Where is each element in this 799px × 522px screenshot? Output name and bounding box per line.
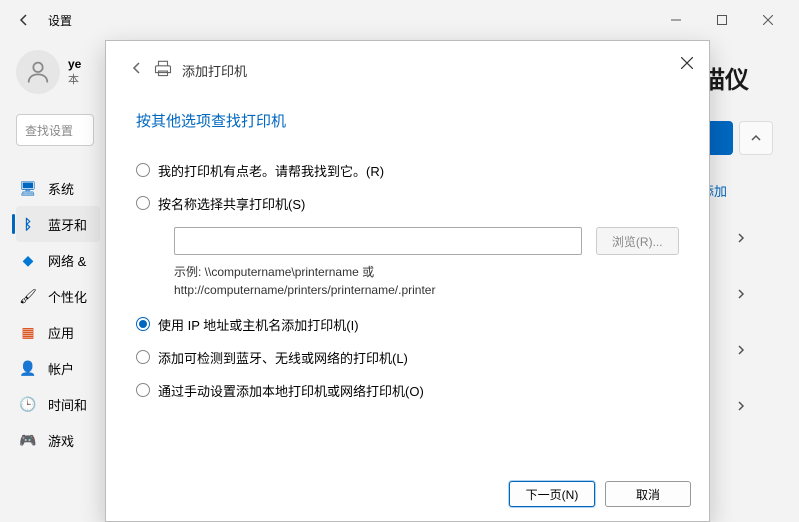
radio-label: 添加可检测到蓝牙、无线或网络的打印机(L)	[158, 348, 408, 367]
right-partial-content: 描仪 添加	[701, 60, 781, 414]
sidebar-item-system[interactable]: 🖥 系统	[16, 170, 100, 206]
dialog-footer: 下一页(N) 取消	[106, 471, 709, 521]
window-controls	[653, 4, 791, 36]
avatar	[16, 50, 60, 94]
chevron-right-icon	[736, 345, 746, 355]
sidebar-item-personalization[interactable]: 🖌 个性化	[16, 278, 100, 314]
sidebar-item-gaming[interactable]: 🎮 游戏	[16, 422, 100, 458]
add-printer-dialog: 添加打印机 按其他选项查找打印机 我的打印机有点老。请帮我找到它。(R) 按名称…	[105, 40, 710, 522]
user-sub: 本	[68, 71, 81, 87]
printer-icon	[154, 59, 172, 82]
radio-option-ip-hostname[interactable]: 使用 IP 地址或主机名添加打印机(I)	[136, 315, 679, 334]
sidebar-item-time[interactable]: 🕒 时间和	[16, 386, 100, 422]
search-input[interactable]: 查找设置	[16, 114, 94, 146]
window-title: 设置	[48, 12, 72, 29]
radio-icon	[136, 163, 150, 177]
maximize-icon	[717, 15, 727, 25]
maximize-button[interactable]	[699, 4, 745, 36]
person-icon	[24, 58, 52, 86]
dialog-title: 添加打印机	[182, 61, 247, 80]
gaming-icon: 🎮	[20, 432, 36, 448]
close-icon	[763, 15, 773, 25]
sidebar-item-bluetooth[interactable]: ᛒ 蓝牙和	[16, 206, 100, 242]
example-text: 示例: \\computername\printername 或 http://…	[174, 263, 679, 299]
chevron-right-icon	[736, 401, 746, 411]
sidebar-item-label: 应用	[48, 323, 74, 342]
sidebar-item-label: 时间和	[48, 395, 87, 414]
next-button[interactable]: 下一页(N)	[509, 481, 595, 507]
user-block[interactable]: ye 本	[16, 50, 100, 94]
chevron-right-icon	[736, 289, 746, 299]
row-chevron-1[interactable]	[701, 230, 781, 246]
browse-button[interactable]: 浏览(R)...	[596, 227, 679, 255]
sidebar-item-label: 帐户	[48, 359, 74, 378]
dialog-heading: 按其他选项查找打印机	[136, 110, 679, 131]
add-link[interactable]: 添加	[701, 181, 781, 200]
close-icon	[681, 57, 693, 69]
radio-option-bluetooth-wireless[interactable]: 添加可检测到蓝牙、无线或网络的打印机(L)	[136, 348, 679, 367]
sidebar-item-network[interactable]: ◆ 网络 &	[16, 242, 100, 278]
sidebar: ye 本 查找设置 🖥 系统 ᛒ 蓝牙和 ◆ 网络 & 🖌 个性化 ▦ 应用 �	[0, 40, 100, 522]
chevron-right-icon	[736, 233, 746, 243]
dialog-close-button[interactable]	[671, 47, 703, 79]
chevron-up-icon	[751, 133, 761, 143]
share-name-input[interactable]	[174, 227, 582, 255]
account-icon: 👤	[20, 360, 36, 376]
system-icon: 🖥	[20, 180, 36, 196]
row-chevron-3[interactable]	[701, 342, 781, 358]
row-chevron-2[interactable]	[701, 286, 781, 302]
dialog-back-button[interactable]	[130, 61, 144, 80]
wifi-icon: ◆	[20, 252, 36, 268]
apps-icon: ▦	[20, 324, 36, 340]
radio-icon	[136, 383, 150, 397]
search-placeholder: 查找设置	[25, 122, 73, 139]
radio-option-share-name[interactable]: 按名称选择共享打印机(S)	[136, 194, 679, 213]
arrow-left-icon	[17, 13, 31, 27]
arrow-left-icon	[130, 61, 144, 75]
dialog-header: 添加打印机	[106, 41, 709, 94]
row-chevron-4[interactable]	[701, 398, 781, 414]
radio-label: 使用 IP 地址或主机名添加打印机(I)	[158, 315, 359, 334]
sidebar-item-accounts[interactable]: 👤 帐户	[16, 350, 100, 386]
radio-option-manual[interactable]: 通过手动设置添加本地打印机或网络打印机(O)	[136, 381, 679, 400]
radio-label: 通过手动设置添加本地打印机或网络打印机(O)	[158, 381, 424, 400]
radio-icon	[136, 317, 150, 331]
close-window-button[interactable]	[745, 4, 791, 36]
sidebar-item-apps[interactable]: ▦ 应用	[16, 314, 100, 350]
bluetooth-icon: ᛒ	[20, 216, 36, 232]
minimize-button[interactable]	[653, 4, 699, 36]
sidebar-item-label: 个性化	[48, 287, 87, 306]
cancel-button[interactable]: 取消	[605, 481, 691, 507]
sidebar-item-label: 游戏	[48, 431, 74, 450]
minimize-icon	[671, 15, 681, 25]
radio-label: 按名称选择共享打印机(S)	[158, 194, 305, 213]
radio-label: 我的打印机有点老。请帮我找到它。(R)	[158, 161, 384, 180]
radio-icon	[136, 350, 150, 364]
radio-icon	[136, 196, 150, 210]
sidebar-item-label: 蓝牙和	[48, 215, 87, 234]
sidebar-item-label: 系统	[48, 179, 74, 198]
user-name: ye	[68, 57, 81, 71]
clock-icon: 🕒	[20, 396, 36, 412]
back-button[interactable]	[8, 4, 40, 36]
page-title-fragment: 描仪	[701, 60, 781, 95]
brush-icon: 🖌	[20, 288, 36, 304]
expand-button[interactable]	[739, 121, 773, 155]
radio-option-old-printer[interactable]: 我的打印机有点老。请帮我找到它。(R)	[136, 161, 679, 180]
settings-header: 设置	[0, 0, 799, 40]
sidebar-item-label: 网络 &	[48, 251, 86, 270]
